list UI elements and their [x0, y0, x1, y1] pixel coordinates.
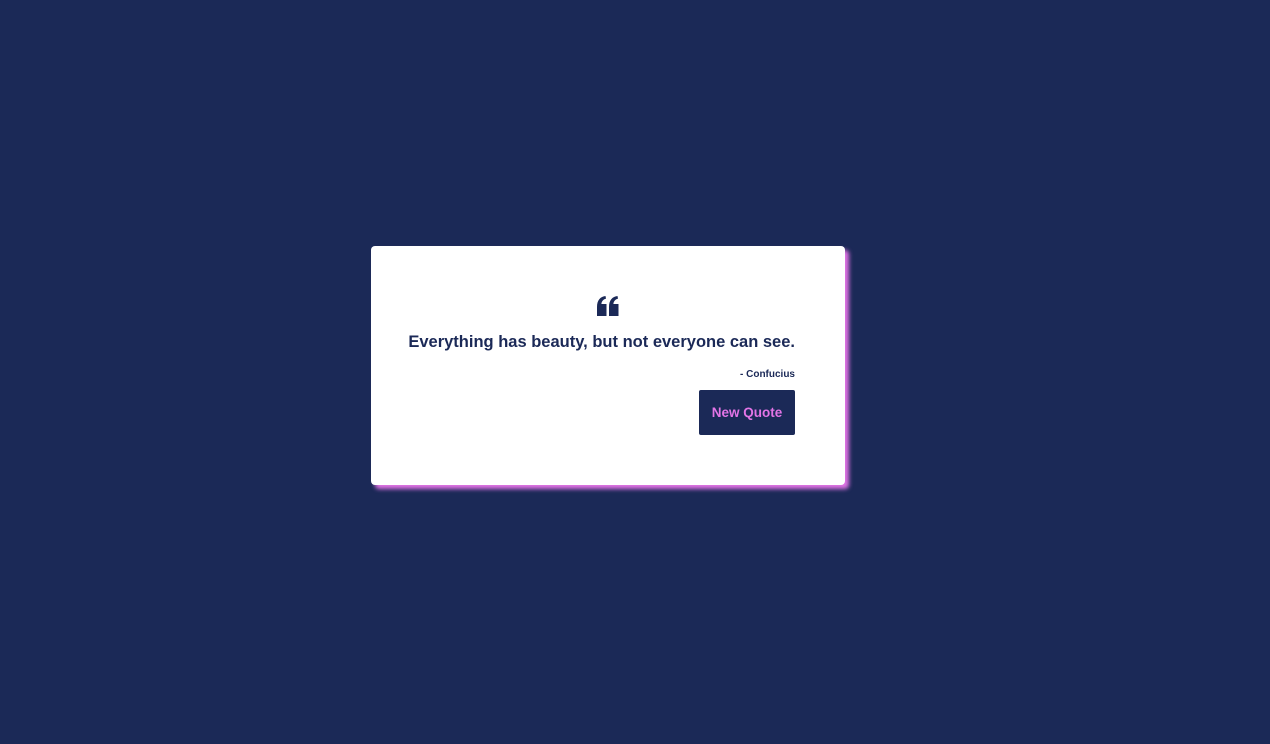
quote-left-icon: [371, 296, 845, 318]
quote-card: Everything has beauty, but not everyone …: [371, 246, 845, 485]
quote-author: - Confucius: [740, 369, 795, 380]
quote-text: Everything has beauty, but not everyone …: [408, 333, 795, 351]
new-quote-button[interactable]: New Quote: [699, 390, 795, 435]
